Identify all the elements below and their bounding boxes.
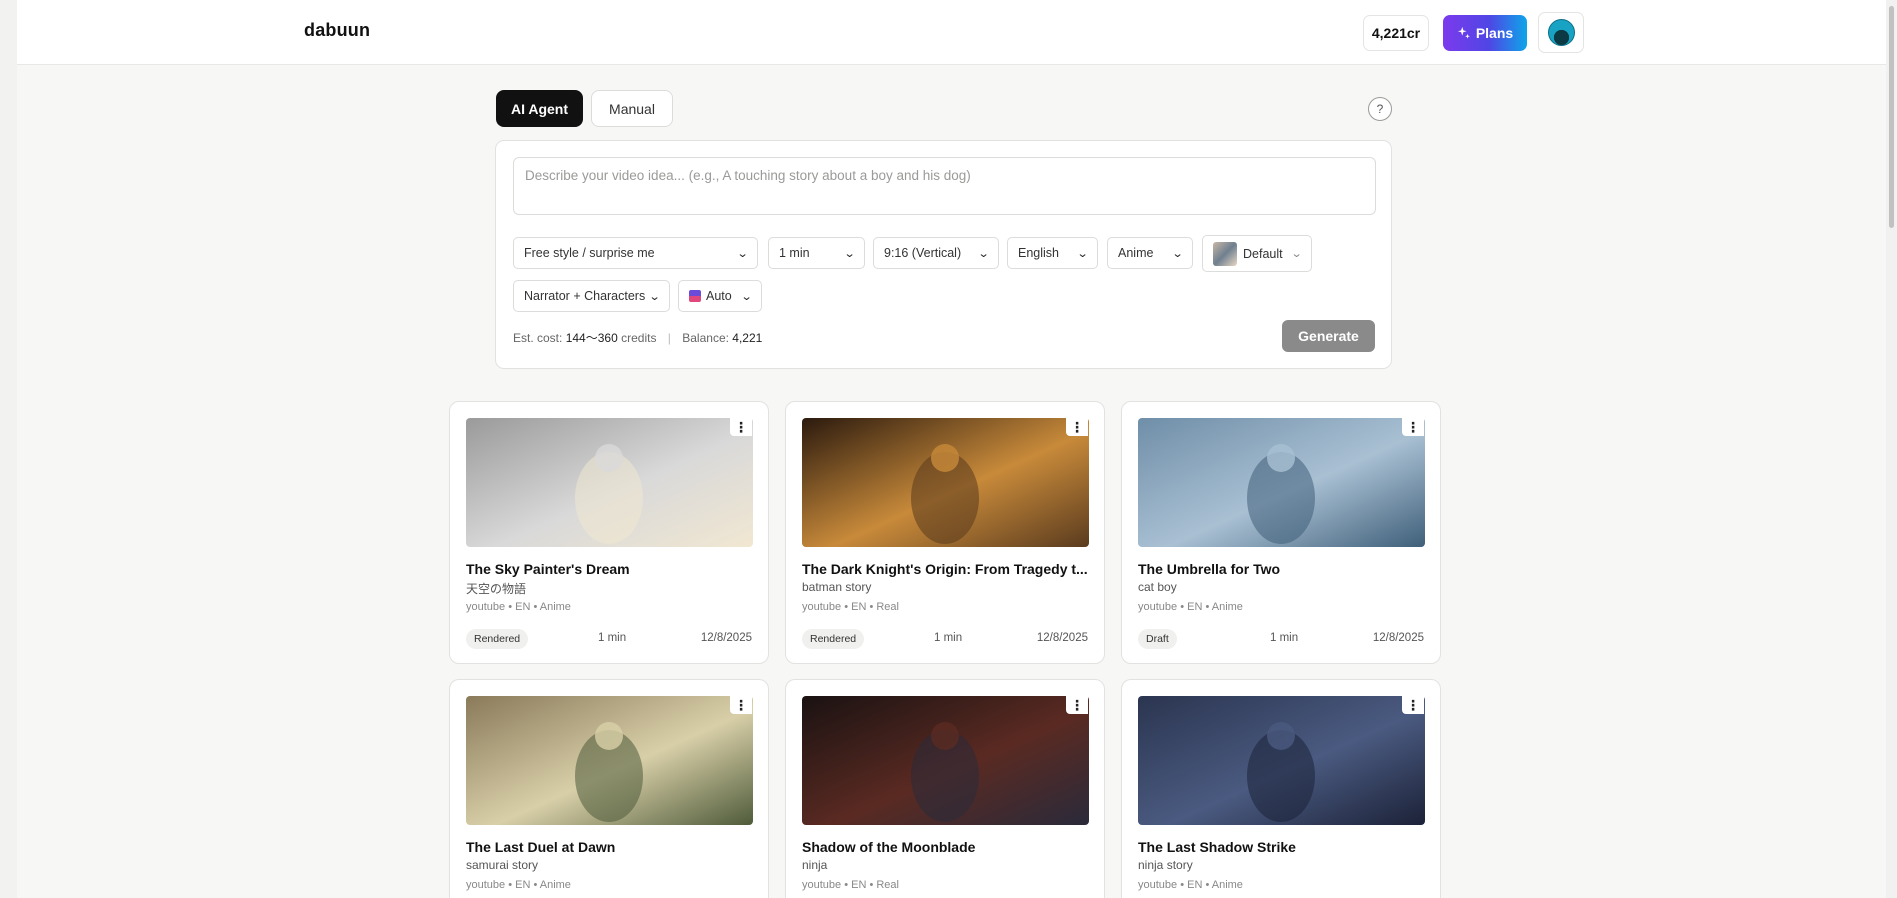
project-title[interactable]: The Dark Knight's Origin: From Tragedy t… — [802, 561, 1090, 577]
project-subtitle: ninja story — [1138, 858, 1193, 872]
cast-select[interactable]: Narrator + Characters ⌄ — [513, 280, 670, 312]
plans-label: Plans — [1475, 25, 1514, 41]
status-badge: Rendered — [802, 629, 865, 649]
sparkle-icon — [1457, 26, 1470, 39]
more-options-icon[interactable]: ⋮ — [1402, 696, 1424, 714]
project-subtitle: samurai story — [466, 858, 539, 872]
project-title[interactable]: The Sky Painter's Dream — [466, 561, 754, 577]
project-thumbnail[interactable] — [802, 418, 1089, 547]
project-meta: youtube • EN • Real — [802, 601, 899, 613]
project-subtitle: 天空の物語 — [466, 582, 527, 596]
balance-label: Balance: — [682, 331, 729, 345]
project-date: 12/8/2025 — [700, 632, 752, 644]
avatar — [1547, 19, 1575, 46]
more-options-icon[interactable]: ⋮ — [730, 696, 752, 714]
visual-style-select[interactable]: Anime ⌄ — [1107, 237, 1193, 269]
plans-button[interactable]: Plans — [1443, 15, 1527, 51]
voice-select[interactable]: Default ⌄ — [1202, 235, 1312, 272]
language-select-value: English — [1018, 246, 1059, 260]
project-duration: 1 min — [934, 632, 963, 644]
status-badge: Rendered — [466, 629, 529, 649]
project-subtitle: cat boy — [1138, 580, 1177, 594]
credits-balance-button[interactable]: 4,221cr — [1363, 15, 1429, 51]
chevron-down-icon: ⌄ — [1076, 247, 1089, 260]
top-bar: dabuun 4,221cr Plans — [17, 0, 1886, 65]
left-gutter — [0, 0, 17, 898]
visual-style-select-value: Anime — [1118, 246, 1154, 260]
more-options-icon[interactable]: ⋮ — [1402, 418, 1424, 436]
app-logo[interactable]: dabuun — [304, 20, 370, 41]
more-options-icon[interactable]: ⋮ — [1066, 696, 1088, 714]
cost-unit: credits — [621, 331, 657, 345]
video-composer: Free style / surprise me ⌄ 1 min ⌄ 9:16 … — [495, 140, 1392, 369]
project-card[interactable]: ⋮ The Dark Knight's Origin: From Tragedy… — [785, 401, 1105, 664]
model-select[interactable]: Auto ⌄ — [678, 280, 762, 312]
project-title[interactable]: The Umbrella for Two — [1138, 561, 1426, 577]
project-date: 12/8/2025 — [1372, 632, 1424, 644]
video-idea-input[interactable] — [513, 157, 1376, 215]
tab-ai-agent[interactable]: AI Agent — [496, 90, 583, 127]
project-title[interactable]: The Last Shadow Strike — [1138, 839, 1426, 855]
project-thumbnail[interactable] — [466, 418, 753, 547]
aspect-ratio-select-value: 9:16 (Vertical) — [884, 246, 962, 260]
cost-summary: Est. cost: 144〜360 credits | Balance: 4,… — [513, 329, 762, 346]
project-subtitle: ninja — [802, 858, 828, 872]
project-thumbnail[interactable] — [1138, 418, 1425, 547]
balance-value: 4,221 — [732, 331, 763, 345]
language-select[interactable]: English ⌄ — [1007, 237, 1098, 269]
cast-select-value: Narrator + Characters — [524, 289, 646, 303]
chevron-down-icon: ⌄ — [648, 290, 661, 303]
page-scrollbar[interactable] — [1886, 0, 1897, 898]
style-select-value: Free style / surprise me — [524, 246, 655, 260]
voice-select-value: Default — [1243, 246, 1283, 261]
status-badge: Draft — [1138, 629, 1177, 649]
project-meta: youtube • EN • Anime — [1138, 879, 1243, 891]
project-thumbnail[interactable] — [802, 696, 1089, 825]
project-meta: youtube • EN • Real — [802, 879, 899, 891]
project-duration: 1 min — [598, 632, 627, 644]
project-title[interactable]: Shadow of the Moonblade — [802, 839, 1090, 855]
duration-select-value: 1 min — [779, 246, 810, 260]
project-meta: youtube • EN • Anime — [466, 879, 571, 891]
project-subtitle: batman story — [802, 580, 872, 594]
chevron-down-icon: ⌄ — [977, 247, 990, 260]
generate-button[interactable]: Generate — [1282, 320, 1375, 352]
aspect-ratio-select[interactable]: 9:16 (Vertical) ⌄ — [873, 237, 999, 269]
project-meta: youtube • EN • Anime — [466, 601, 571, 613]
help-icon[interactable]: ? — [1368, 97, 1392, 121]
project-card[interactable]: ⋮ Shadow of the Moonblade ninja youtube … — [785, 679, 1105, 898]
project-thumbnail[interactable] — [466, 696, 753, 825]
style-select[interactable]: Free style / surprise me ⌄ — [513, 237, 758, 269]
model-select-value: Auto — [706, 289, 732, 303]
model-icon — [689, 290, 701, 302]
duration-select[interactable]: 1 min ⌄ — [768, 237, 865, 269]
project-card[interactable]: ⋮ The Sky Painter's Dream 天空の物語 youtube … — [449, 401, 769, 664]
more-options-icon[interactable]: ⋮ — [1066, 418, 1088, 436]
cost-label: Est. cost: — [513, 331, 563, 345]
project-duration: 1 min — [1270, 632, 1299, 644]
project-date: 12/8/2025 — [1036, 632, 1088, 644]
project-meta: youtube • EN • Anime — [1138, 601, 1243, 613]
project-thumbnail[interactable] — [1138, 696, 1425, 825]
divider: | — [667, 331, 671, 345]
project-card[interactable]: ⋮ The Last Shadow Strike ninja story you… — [1121, 679, 1441, 898]
project-card[interactable]: ⋮ The Umbrella for Two cat boy youtube •… — [1121, 401, 1441, 664]
project-title[interactable]: The Last Duel at Dawn — [466, 839, 754, 855]
account-button[interactable] — [1538, 12, 1584, 53]
voice-thumbnail — [1213, 241, 1237, 266]
chevron-down-icon: ⌄ — [740, 290, 753, 303]
project-card[interactable]: ⋮ The Last Duel at Dawn samurai story yo… — [449, 679, 769, 898]
chevron-down-icon: ⌄ — [736, 247, 749, 260]
chevron-down-icon: ⌄ — [1171, 247, 1184, 260]
cost-value: 144〜360 — [565, 331, 618, 345]
chevron-down-icon: ⌄ — [843, 247, 856, 260]
chevron-down-icon: ⌄ — [1290, 248, 1303, 260]
more-options-icon[interactable]: ⋮ — [730, 418, 752, 436]
scrollbar-thumb[interactable] — [1889, 6, 1894, 228]
tab-manual[interactable]: Manual — [591, 90, 673, 127]
